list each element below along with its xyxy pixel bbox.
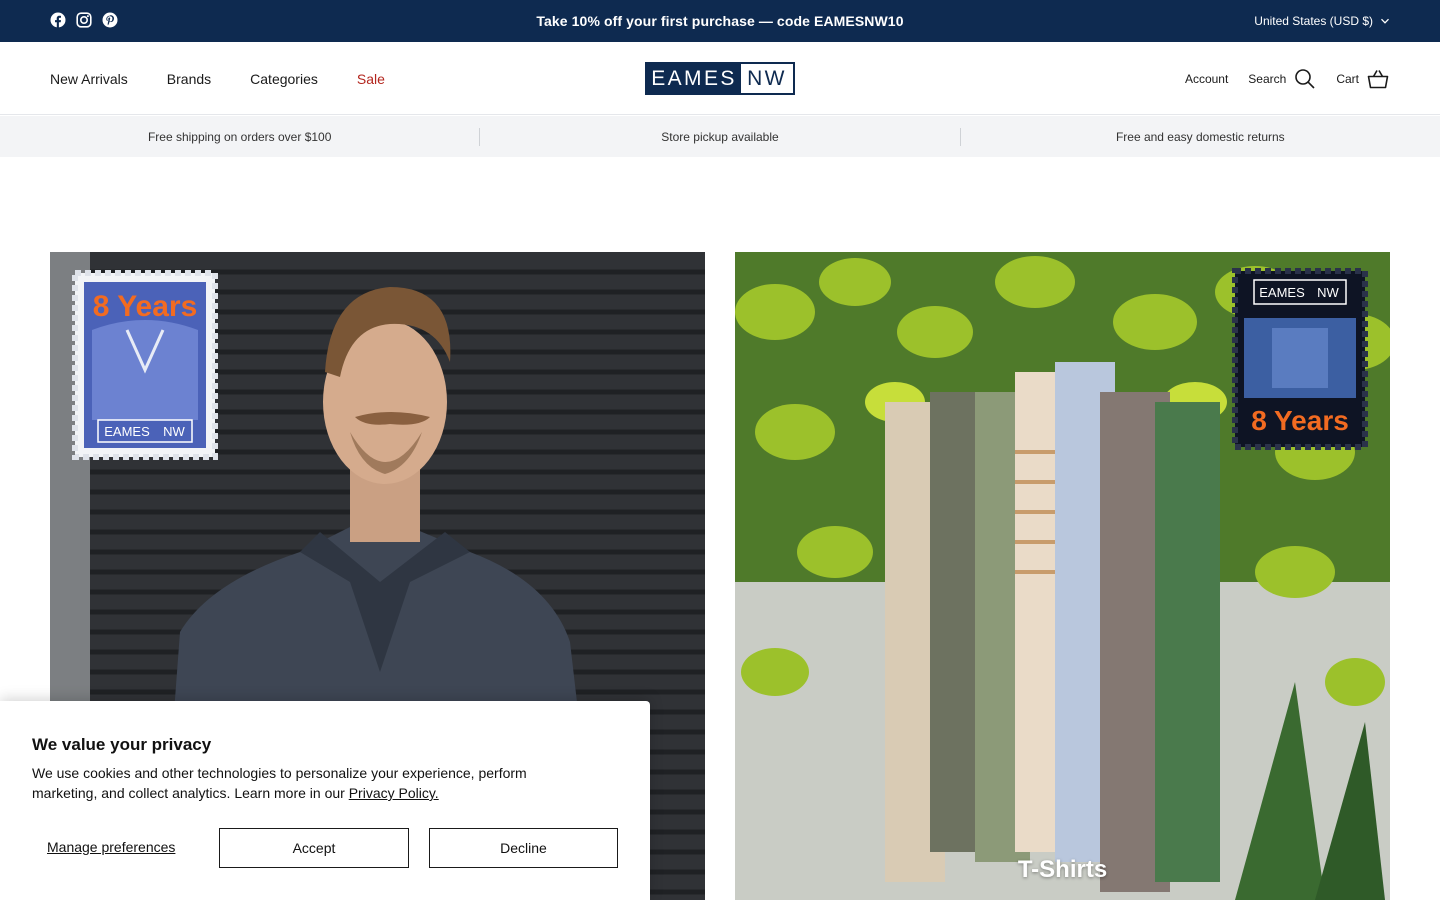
site-logo[interactable]: EAMES NW <box>645 62 795 95</box>
manage-preferences-button[interactable]: Manage preferences <box>47 839 175 855</box>
cart-label: Cart <box>1336 71 1359 86</box>
usp-returns: Free and easy domestic returns <box>1115 129 1285 144</box>
decline-button[interactable]: Decline <box>429 828 618 868</box>
promo-text: Take 10% off your first purchase — code … <box>536 13 904 29</box>
nav-sale[interactable]: Sale <box>357 71 385 87</box>
collection-caption: T-Shirts <box>1017 856 1108 883</box>
chevron-down-icon <box>1381 18 1389 24</box>
currency-label: United States (USD $) <box>1254 14 1373 28</box>
account-label: Account <box>1184 71 1229 86</box>
cookie-title: We value your privacy <box>32 735 212 754</box>
usp-pickup: Store pickup available <box>661 129 779 144</box>
anniversary-stamp: EAMES NW 8 Years <box>1232 268 1368 450</box>
stamp-title: 8 Years <box>93 290 198 323</box>
usp-shipping: Free shipping on orders over $100 <box>147 129 332 144</box>
cart-button[interactable]: Cart <box>1336 68 1389 90</box>
stamp-title: 8 Years <box>1251 405 1349 436</box>
nav-categories[interactable]: Categories <box>250 71 318 87</box>
account-link[interactable]: Account <box>1185 72 1228 86</box>
site-header: New Arrivals Brands Categories Sale EAME… <box>0 42 1440 115</box>
cookie-banner: We value your privacy We use cookies and… <box>0 701 650 900</box>
stamp-logo-left: EAMES <box>1259 285 1305 300</box>
anniversary-stamp: 8 Years EAMES NW <box>72 270 218 460</box>
collection-card-tshirts[interactable]: EAMES NW 8 Years T-Shirts <box>735 252 1390 900</box>
usp-bar: Free shipping on orders over $100 Store … <box>0 116 1440 157</box>
header-tools: Account Search Cart <box>1185 42 1389 115</box>
nav-brands[interactable]: Brands <box>167 71 211 87</box>
search-button[interactable]: Search <box>1248 68 1316 90</box>
logo-left: EAMES <box>647 64 741 93</box>
stamp-logo-right: NW <box>163 424 185 439</box>
search-label: Search <box>1248 71 1287 86</box>
accept-button[interactable]: Accept <box>219 828 409 868</box>
cookie-text: We use cookies and other technologies to… <box>32 763 592 803</box>
search-icon <box>1295 68 1315 89</box>
cookie-body: We use cookies and other technologies to… <box>32 765 527 801</box>
stamp-logo-left: EAMES <box>104 424 150 439</box>
logo-right: NW <box>747 66 787 90</box>
nav-new-arrivals[interactable]: New Arrivals <box>50 71 128 87</box>
basket-icon <box>1367 69 1389 88</box>
privacy-policy-link[interactable]: Privacy Policy. <box>349 785 439 801</box>
announcement-bar: Take 10% off your first purchase — code … <box>0 0 1440 42</box>
main-nav: New Arrivals Brands Categories Sale <box>50 42 385 115</box>
stamp-logo-right: NW <box>1317 285 1339 300</box>
currency-selector[interactable]: United States (USD $) <box>1254 14 1390 28</box>
